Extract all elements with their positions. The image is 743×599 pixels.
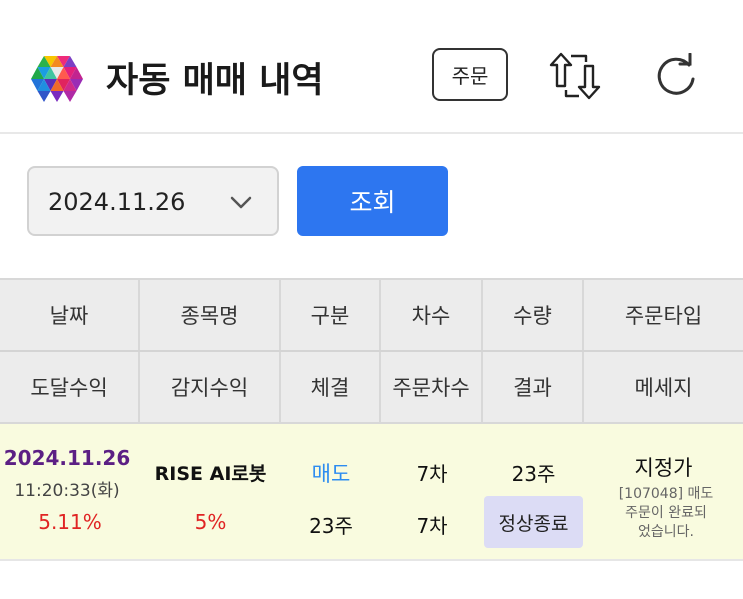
date-select-value: 2024.11.26 [48,188,186,216]
column-header-filled: 체결 [281,352,381,422]
filter-bar: 2024.11.26 조회 [0,136,743,278]
reach-profit: 5.11% [38,510,102,534]
trade-date: 2024.11.26 [3,446,131,470]
column-header-reach-profit: 도달수익 [0,352,140,422]
order-message-line: 었습니다. [638,524,694,540]
search-button[interactable]: 조회 [297,166,448,236]
trade-degree: 7차 [416,462,448,486]
swap-arrows-icon[interactable] [547,48,603,104]
trade-time: 11:20:33(화) [14,481,120,501]
column-header-result: 결과 [483,352,584,422]
trade-quantity: 23주 [511,462,556,486]
column-header-order-type: 주문타입 [624,304,703,328]
stock-name: RISE AI로봇 [154,463,267,485]
column-header-message: 메세지 [634,376,693,400]
table-header-row: 도달수익 감지수익 체결 주문차수 결과 메세지 [0,350,743,422]
column-header-degree: 차수 [381,280,483,350]
order-message: [107048] 매도 주문이 완료되 었습니다. [600,485,732,542]
chevron-down-icon [230,196,252,209]
refresh-icon[interactable] [648,48,704,104]
order-type: 지정가 [634,456,693,480]
order-message-line: [107048] 매도 [618,486,714,502]
column-header-detect-profit: 감지수익 [140,352,281,422]
app-header: 자동 매매 내역 주문 [0,0,743,134]
filled-quantity: 23주 [309,514,353,538]
column-header-order-degree: 주문차수 [381,352,483,422]
result-badge: 정상종료 [484,496,583,548]
table-header-row: 날짜 종목명 구분 차수 수량 주문타입 [0,278,743,350]
column-header-date: 날짜 [0,280,140,350]
order-message-line: 주문이 완료되 [625,505,707,521]
app-logo-icon [31,56,83,102]
table-row[interactable]: 2024.11.26 11:20:33(화) 5.11% RISE AI로봇 5… [0,422,743,561]
order-degree: 7차 [416,514,448,538]
detect-profit: 5% [194,510,227,534]
date-select[interactable]: 2024.11.26 [27,166,279,236]
order-button[interactable]: 주문 [432,48,508,101]
page-title: 자동 매매 내역 [106,61,324,101]
column-header-stock-name: 종목명 [140,280,281,350]
column-header-side: 구분 [281,280,381,350]
column-header-quantity: 수량 [483,280,584,350]
trade-history-table: 날짜 종목명 구분 차수 수량 주문타입 도달수익 감지수익 체결 주문차수 결… [0,278,743,561]
trade-side: 매도 [311,462,351,486]
